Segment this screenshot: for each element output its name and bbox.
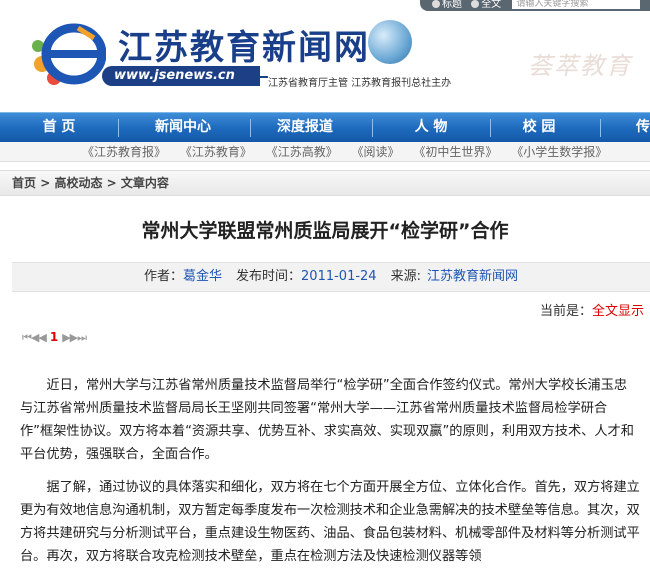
sublink-junior-high[interactable]: 《初中生世界》 [413,145,497,159]
nav-people[interactable]: 人 物 [376,113,486,143]
article-title: 常州大学联盟常州质监局展开“检学研”合作 [141,220,509,242]
sublink-jiangsu-education-news[interactable]: 《江苏教育报》 [82,145,166,159]
prev-page-icon[interactable]: ◀◀ [31,331,47,344]
breadcrumb-separator: > [36,176,55,190]
author-link[interactable]: 葛金华 [183,269,222,284]
site-logo[interactable] [28,18,106,90]
nav-news-center[interactable]: 新闻中心 [128,113,238,143]
sublink-pupil-math[interactable]: 《小学生数学报》 [511,145,607,159]
radio-fulltext[interactable] [471,0,480,8]
publish-time: 2011-01-24 [301,269,377,284]
view-mode-value[interactable]: 全文显示 [592,304,644,319]
nav-separator [118,119,119,137]
main-nav: 首 页 新闻中心 深度报道 人 物 校 园 传 [0,112,650,142]
breadcrumb-home[interactable]: 首页 [12,176,36,190]
sublink-reading[interactable]: 《阅读》 [352,145,400,159]
article-paragraph: 近日，常州大学与江苏省常州质量技术监督局举行“检学研”全面合作签约仪式。常州大学… [20,378,634,462]
first-page-icon[interactable]: ⏮ [22,331,32,344]
breadcrumb: 首页 > 高校动态 > 文章内容 [0,170,650,196]
site-slogan: 荟萃教育 [528,52,632,80]
view-mode: 当前是：全文显示 [540,300,644,319]
publication-links: 《江苏教育报》 《江苏教育》 《江苏高教》 《阅读》 《初中生世界》 《小学生数… [0,142,650,162]
article-paragraph: 据了解，通过协议的具体落实和细化，双方将在七个方面开展全方位、立体化合作。首先，… [20,480,640,564]
site-sponsor: 江苏省教育厅主管 江苏教育报刊总社主办 [268,74,456,89]
nav-in-depth[interactable]: 深度报道 [250,113,360,143]
nav-separator [600,119,601,137]
article-body: 近日，常州大学与江苏省常州质量技术监督局举行“检学研”全面合作签约仪式。常州大学… [20,374,640,578]
breadcrumb-separator: > [102,176,121,190]
sublink-jiangsu-education[interactable]: 《江苏教育》 [180,145,252,159]
nav-more[interactable]: 传 [628,113,650,143]
radio-title-label: 标题 [442,0,462,10]
search-input[interactable]: 谓输入关键字搜索 [512,0,641,9]
radio-fulltext-label: 全文 [481,0,502,10]
time-label: 发布时间： [236,269,302,284]
breadcrumb-section[interactable]: 高校动态 [54,176,102,190]
next-page-icon[interactable]: ▶▶ [62,331,78,344]
site-title[interactable]: 江苏教育新闻网 [118,20,370,69]
nav-home[interactable]: 首 页 [14,113,104,143]
nav-campus[interactable]: 校 园 [494,113,584,143]
page-number[interactable]: 1 [50,330,58,344]
source-link[interactable]: 江苏教育新闻网 [427,269,518,284]
nav-separator [372,119,373,137]
globe-icon [368,20,412,64]
radio-title[interactable] [432,0,440,8]
article-meta: 作者：葛金华 发布时间：2011-01-24 来源: 江苏教育新闻网 [12,262,650,292]
sublink-jiangsu-higher-education[interactable]: 《江苏高教》 [266,145,338,159]
pager: ⏮◀◀ 1 ▶▶⏭ [22,330,87,345]
author-label: 作者： [143,269,183,284]
source-label: 来源: [390,269,421,284]
nav-separator [490,119,491,137]
breadcrumb-current: 文章内容 [120,176,169,190]
site-url: www.jsenews.cn [102,66,260,86]
last-page-icon[interactable]: ⏭ [77,331,87,344]
view-mode-label: 当前是： [539,304,592,319]
search-bar: 标题 全文 谓输入关键字搜索 [420,0,650,11]
site-header: 江苏教育新闻网 www.jsenews.cn 江苏省教育厅主管 江苏教育报刊总社… [0,0,650,112]
